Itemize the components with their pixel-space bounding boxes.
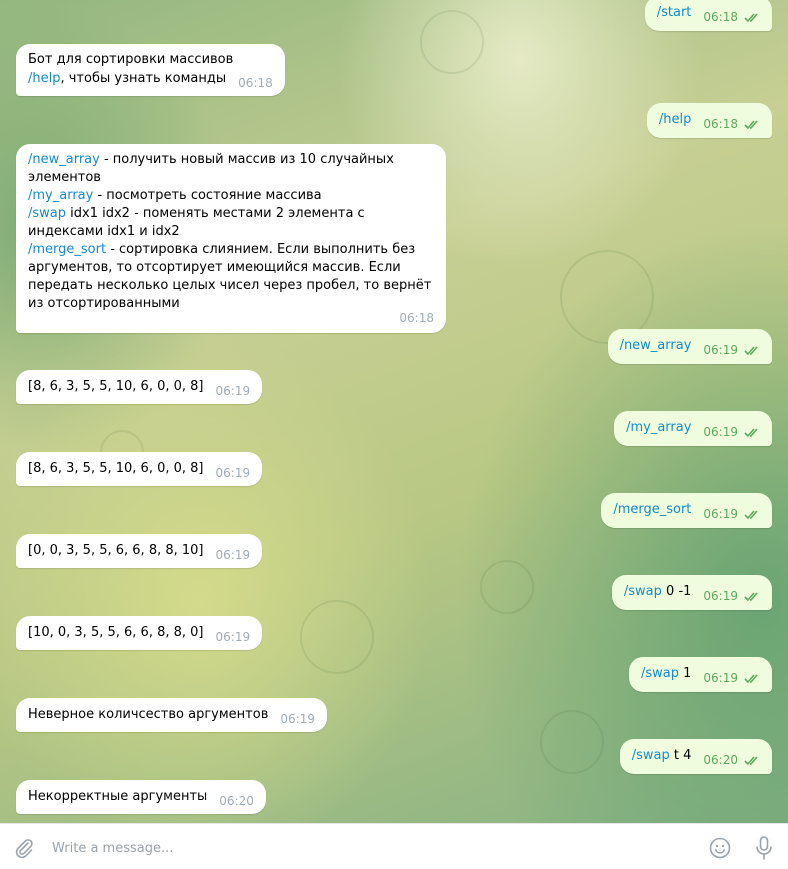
command-link[interactable]: /merge_sort	[28, 242, 106, 257]
message-time: 06:19	[703, 669, 760, 689]
message-time: 06:18	[703, 8, 760, 28]
message-text: [8, 6, 3, 5, 5, 10, 6, 0, 0, 8]	[28, 379, 204, 394]
command-link[interactable]: /swap	[632, 748, 670, 763]
chat-background: /start 06:18 Бот для сортировки массивов …	[0, 0, 788, 823]
message-text: idx1 idx2 - поменять местами 2 элемента …	[28, 206, 365, 239]
wallpaper-doodle	[420, 10, 484, 74]
message-time: 06:19	[703, 341, 760, 361]
message-time: 06:19	[215, 466, 251, 480]
command-link[interactable]: /swap	[641, 666, 679, 681]
wallpaper-doodle	[540, 710, 604, 774]
command-link[interactable]: /my_array	[28, 188, 93, 203]
incoming-message: Неверное количсество аргументов 06:19	[16, 698, 327, 732]
incoming-message: [8, 6, 3, 5, 5, 10, 6, 0, 0, 8] 06:19	[16, 452, 263, 486]
command-link[interactable]: /new_array	[620, 338, 692, 353]
message-text: [0, 0, 3, 5, 5, 6, 6, 8, 8, 10]	[28, 543, 204, 558]
outgoing-message[interactable]: /help 06:18	[646, 103, 772, 138]
incoming-message: Бот для сортировки массивов /help, чтобы…	[16, 44, 285, 96]
smiley-icon[interactable]	[708, 836, 732, 860]
message-time: 06:19	[215, 384, 251, 398]
double-check-icon	[744, 507, 760, 525]
message-time: 06:20	[219, 794, 254, 808]
incoming-message: [10, 0, 3, 5, 5, 6, 6, 8, 8, 0] 06:19	[16, 616, 263, 650]
microphone-icon[interactable]	[752, 835, 776, 861]
message-text: [10, 0, 3, 5, 5, 6, 6, 8, 8, 0]	[28, 625, 204, 640]
message-text: , чтобы узнать команды	[60, 71, 227, 86]
outgoing-message[interactable]: /swap 1 06:19	[628, 657, 772, 692]
paperclip-icon[interactable]	[12, 836, 36, 860]
command-link[interactable]: /start	[657, 5, 692, 20]
outgoing-message[interactable]: /merge_sort 06:19	[601, 493, 772, 528]
outgoing-message[interactable]: /swap 0 -1 06:19	[611, 575, 772, 610]
message-time: 06:19	[280, 712, 315, 726]
message-text: Неверное количсество аргументов	[28, 707, 269, 722]
double-check-icon	[744, 10, 760, 28]
double-check-icon	[744, 589, 760, 607]
message-text: 0 -1	[661, 584, 692, 599]
command-link[interactable]: /swap	[28, 206, 66, 221]
double-check-icon	[744, 117, 760, 135]
outgoing-message[interactable]: /swap t 4 06:20	[619, 739, 772, 774]
outgoing-message[interactable]: /new_array 06:19	[607, 329, 772, 364]
command-link[interactable]: /help	[28, 71, 60, 86]
message-time: 06:18	[238, 76, 273, 90]
double-check-icon	[744, 425, 760, 443]
double-check-icon	[744, 671, 760, 689]
incoming-message: [0, 0, 3, 5, 5, 6, 6, 8, 8, 10] 06:19	[16, 534, 263, 568]
message-time: 06:19	[703, 505, 760, 525]
incoming-message: [8, 6, 3, 5, 5, 10, 6, 0, 0, 8] 06:19	[16, 370, 263, 404]
message-text: [8, 6, 3, 5, 5, 10, 6, 0, 0, 8]	[28, 461, 204, 476]
command-link[interactable]: /my_array	[626, 420, 691, 435]
double-check-icon	[744, 343, 760, 361]
wallpaper-doodle	[300, 600, 374, 674]
message-time: 06:19	[215, 548, 251, 562]
message-time: 06:20	[703, 751, 760, 771]
message-composer	[0, 823, 788, 869]
incoming-message: /new_array - получить новый массив из 10…	[16, 144, 446, 333]
message-text: t 4	[669, 748, 692, 763]
command-link[interactable]: /merge_sort	[613, 502, 691, 517]
message-time: 06:18	[703, 115, 760, 135]
message-input[interactable]	[50, 834, 694, 862]
message-time: 06:19	[703, 587, 760, 607]
command-link[interactable]: /help	[659, 112, 691, 127]
incoming-message: Некорректные аргументы 06:20	[16, 780, 266, 814]
command-link[interactable]: /swap	[624, 584, 662, 599]
outgoing-message[interactable]: /my_array 06:19	[614, 411, 772, 446]
message-text: - посмотреть состояние массива	[93, 188, 322, 203]
message-text: 1	[679, 666, 692, 681]
message-text: Некорректные аргументы	[28, 789, 208, 804]
message-time: 06:19	[703, 423, 760, 443]
wallpaper-doodle	[480, 560, 534, 614]
command-link[interactable]: /new_array	[28, 152, 100, 167]
message-time: 06:19	[215, 630, 251, 644]
message-time: 06:18	[399, 311, 434, 325]
double-check-icon	[744, 753, 760, 771]
outgoing-message[interactable]: /start 06:18	[644, 0, 772, 31]
message-text: Бот для сортировки массивов	[28, 52, 234, 67]
